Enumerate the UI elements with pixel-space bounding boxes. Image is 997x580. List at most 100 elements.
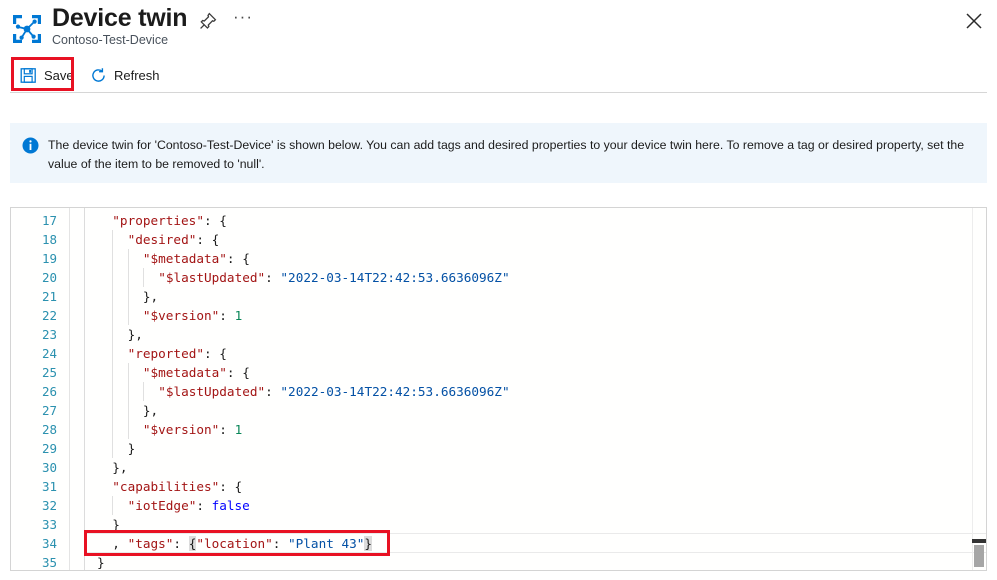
code-token: : [219, 422, 234, 437]
code-line[interactable]: "iotEdge": false [128, 496, 250, 515]
code-token: : { [204, 213, 227, 228]
code-token: : { [219, 479, 242, 494]
code-line[interactable]: } [97, 553, 105, 571]
code-token: "reported" [128, 346, 204, 361]
code-line[interactable]: "$metadata": { [143, 363, 250, 382]
code-token: : [219, 308, 234, 323]
info-banner-text: The device twin for 'Contoso-Test-Device… [48, 136, 973, 174]
code-line[interactable]: "capabilities": { [112, 477, 242, 496]
indent-guide [112, 249, 113, 268]
device-twin-blade: Device twin ··· Contoso-Test-Device [0, 0, 997, 580]
code-token: "iotEdge" [128, 498, 197, 513]
code-token: "tags" [128, 536, 174, 551]
command-bar: Save Refresh [0, 60, 997, 92]
line-number: 18 [11, 230, 57, 249]
code-token: "location" [196, 536, 272, 551]
code-line[interactable]: }, [112, 458, 127, 477]
page-title: Device twin [52, 4, 187, 33]
code-token: }, [112, 460, 127, 475]
code-token: } [128, 441, 136, 456]
code-line[interactable]: }, [143, 401, 158, 420]
line-number: 28 [11, 420, 57, 439]
line-number: 32 [11, 496, 57, 515]
line-number: 23 [11, 325, 57, 344]
code-token: : [273, 536, 288, 551]
code-line[interactable]: }, [143, 287, 158, 306]
indent-guide [112, 439, 113, 458]
pin-icon[interactable] [198, 11, 218, 31]
info-icon [22, 137, 39, 159]
scrollbar-thumb[interactable] [974, 545, 984, 567]
code-line[interactable]: "$lastUpdated": "2022-03-14T22:42:53.663… [158, 268, 509, 287]
indent-guide [112, 363, 113, 382]
indent-guide [128, 363, 129, 382]
indent-guide [143, 382, 144, 401]
code-token: } [112, 517, 120, 532]
line-number: 22 [11, 306, 57, 325]
save-button-label: Save [44, 68, 74, 83]
indent-guide [112, 496, 113, 515]
code-line[interactable]: "reported": { [128, 344, 227, 363]
line-number: 29 [11, 439, 57, 458]
save-button[interactable]: Save [16, 60, 78, 90]
code-line[interactable]: "$version": 1 [143, 420, 242, 439]
code-token: : { [204, 346, 227, 361]
indent-guide [112, 401, 113, 420]
refresh-icon [90, 67, 107, 84]
code-token: "Plant 43" [288, 536, 364, 551]
code-token: "2022-03-14T22:42:53.6636096Z" [280, 384, 509, 399]
code-line[interactable]: "$metadata": { [143, 249, 250, 268]
line-number: 30 [11, 458, 57, 477]
code-token: : [265, 270, 280, 285]
vertical-scrollbar[interactable] [972, 208, 986, 570]
editor-code-area[interactable]: "properties": {"desired": {"$metadata": … [85, 208, 986, 570]
blade-subtitle: Contoso-Test-Device [52, 33, 168, 47]
indent-guide [128, 420, 129, 439]
indent-guide [112, 325, 113, 344]
code-token: "2022-03-14T22:42:53.6636096Z" [280, 270, 509, 285]
line-number: 33 [11, 515, 57, 534]
line-number: 35 [11, 553, 57, 571]
line-number: 21 [11, 287, 57, 306]
indent-guide [112, 382, 113, 401]
code-token: } [364, 536, 372, 551]
code-line[interactable]: } [112, 515, 120, 534]
indent-guide [112, 268, 113, 287]
code-token: }, [143, 403, 158, 418]
close-icon[interactable] [961, 8, 987, 34]
line-number: 31 [11, 477, 57, 496]
code-line[interactable]: "$version": 1 [143, 306, 242, 325]
more-options-icon[interactable]: ··· [232, 10, 254, 30]
code-line[interactable]: "desired": { [128, 230, 220, 249]
line-number: 26 [11, 382, 57, 401]
indent-guide [128, 382, 129, 401]
code-token: "$lastUpdated" [158, 270, 265, 285]
indent-guide [112, 230, 113, 249]
code-token: 1 [235, 422, 243, 437]
line-number: 17 [11, 211, 57, 230]
indent-guide [112, 344, 113, 363]
code-token: "$version" [143, 422, 219, 437]
code-token: "$version" [143, 308, 219, 323]
indent-guide [112, 306, 113, 325]
indent-guide [128, 401, 129, 420]
code-line[interactable]: "$lastUpdated": "2022-03-14T22:42:53.663… [158, 382, 509, 401]
code-token: "$metadata" [143, 365, 227, 380]
code-line[interactable]: }, [128, 325, 143, 344]
code-token: "desired" [128, 232, 197, 247]
editor-gutter: 17181920212223242526272829303132333435 [11, 208, 69, 570]
code-line[interactable]: "properties": { [112, 211, 227, 230]
code-token: : [173, 536, 188, 551]
code-token: "properties" [112, 213, 204, 228]
code-line[interactable]: } [128, 439, 136, 458]
code-line[interactable]: , "tags": {"location": "Plant 43"} [112, 534, 372, 553]
line-number: 27 [11, 401, 57, 420]
code-token: : { [227, 251, 250, 266]
indent-guide [128, 249, 129, 268]
json-editor[interactable]: 17181920212223242526272829303132333435 "… [10, 207, 987, 571]
refresh-button[interactable]: Refresh [86, 60, 164, 90]
indent-guide [128, 287, 129, 306]
code-token: : [196, 498, 211, 513]
code-token: }, [143, 289, 158, 304]
indent-guide [128, 306, 129, 325]
